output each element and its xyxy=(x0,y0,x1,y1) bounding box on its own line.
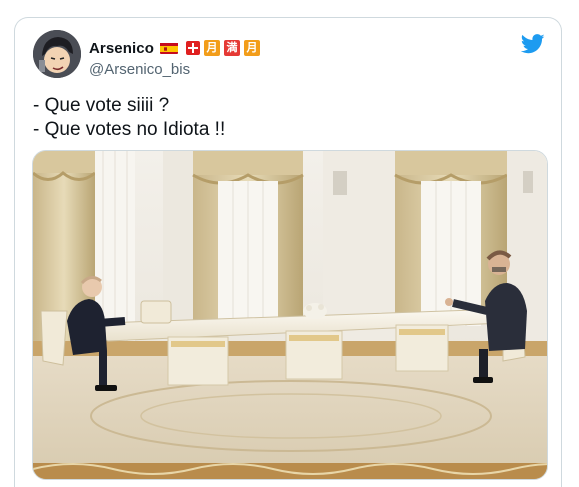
tweet-text-line-1: - Que vote siiii ? xyxy=(33,95,170,116)
avatar-image xyxy=(33,30,81,78)
author-info[interactable]: Arsenico 月 満 月 @Arsenico_bis xyxy=(89,38,260,78)
avatar[interactable] xyxy=(33,30,81,78)
twitter-bird-icon[interactable] xyxy=(521,34,545,54)
moon-kanji-badge-2: 月 xyxy=(244,40,260,56)
tweet-card[interactable]: Arsenico 月 満 月 @Arsenico_bis - Que vote … xyxy=(14,17,562,487)
tweet-text: - Que vote siiii ? - Que votes no Idiota… xyxy=(33,94,225,142)
tweet-photo[interactable] xyxy=(32,150,548,480)
user-handle[interactable]: @Arsenico_bis xyxy=(89,61,260,78)
full-kanji-badge: 満 xyxy=(224,40,240,56)
meeting-room-photo xyxy=(33,151,547,479)
display-name[interactable]: Arsenico xyxy=(89,40,154,57)
spain-flag-icon xyxy=(160,42,178,54)
tweet-text-line-2: - Que votes no Idiota !! xyxy=(33,119,226,140)
name-row: Arsenico 月 満 月 xyxy=(89,38,260,58)
moon-kanji-badge: 月 xyxy=(204,40,220,56)
switzerland-flag-icon xyxy=(186,41,200,55)
